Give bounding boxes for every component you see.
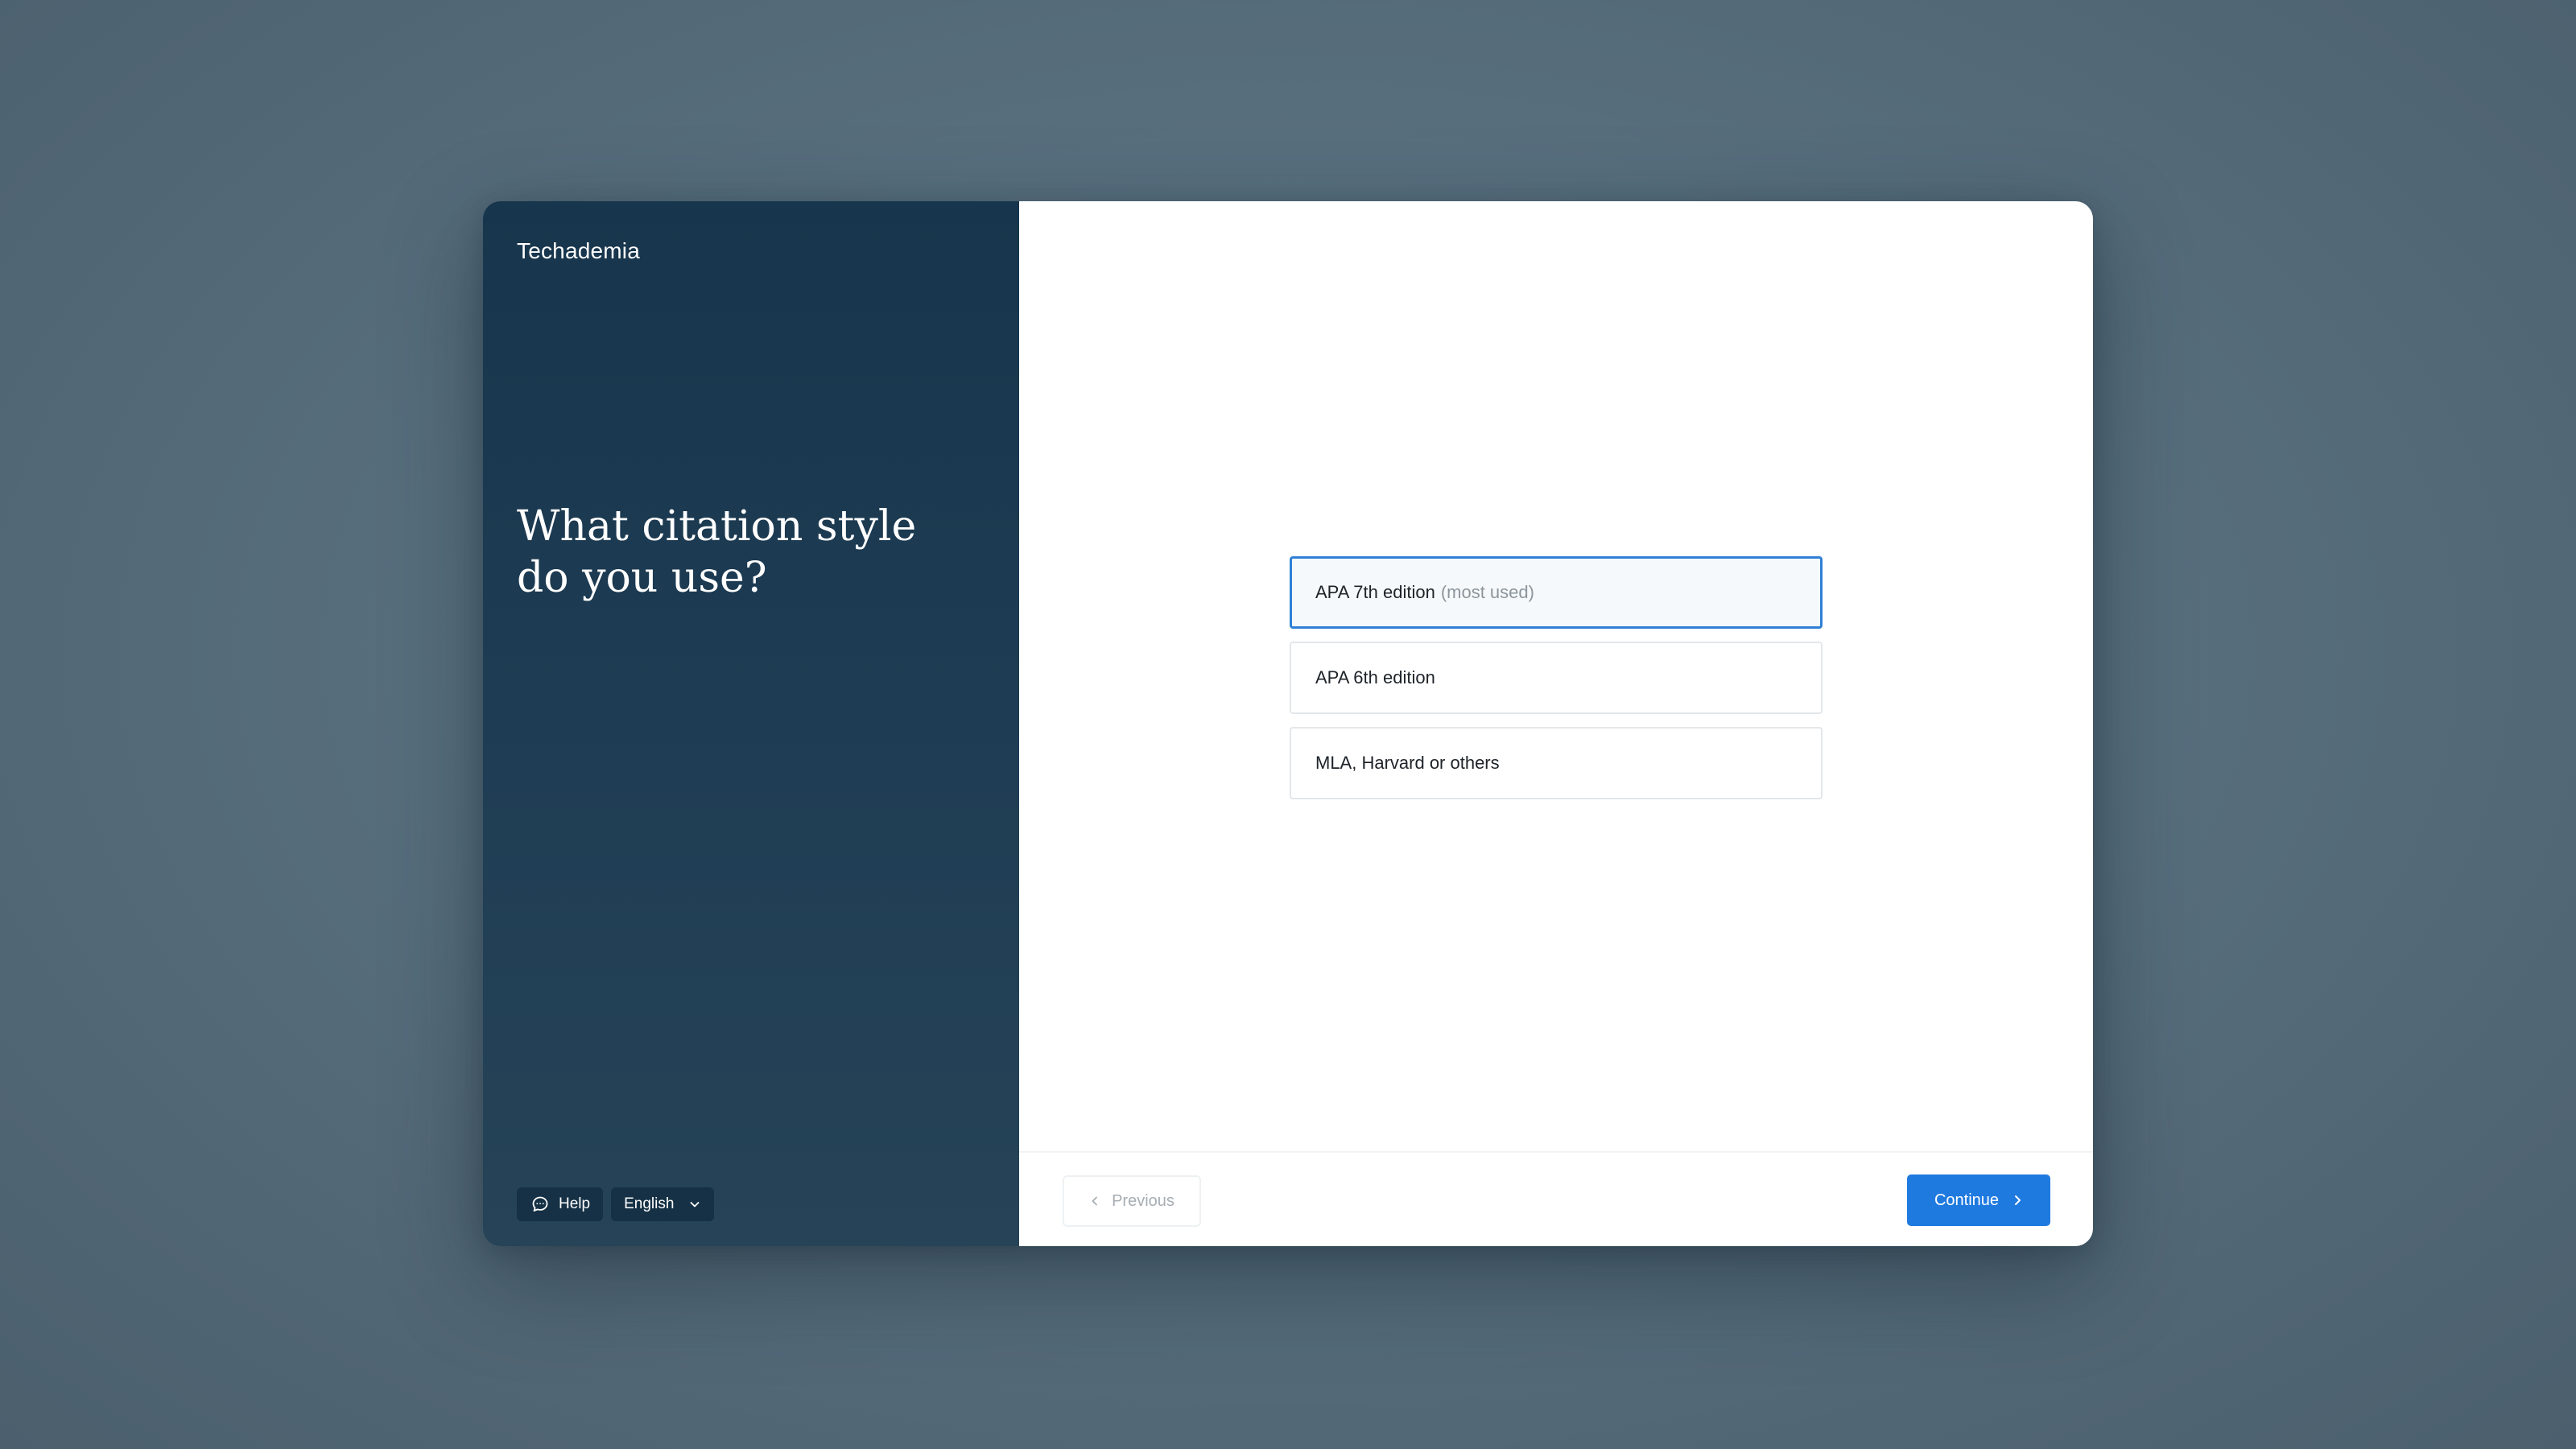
option-label: APA 6th edition <box>1315 667 1435 687</box>
language-label: English <box>624 1195 675 1212</box>
continue-label: Continue <box>1934 1191 2000 1209</box>
footer-bar: Previous Continue <box>1019 1151 2093 1246</box>
help-label: Help <box>559 1195 591 1212</box>
language-select[interactable]: English <box>611 1187 715 1221</box>
option-apa-6th[interactable]: APA 6th edition <box>1290 642 1823 714</box>
chevron-down-icon <box>688 1198 701 1211</box>
continue-button[interactable]: Continue <box>1907 1174 2050 1226</box>
sidebar-panel: Techademia What citation style do you us… <box>483 201 1019 1246</box>
help-button[interactable]: Help <box>517 1187 604 1221</box>
question-heading: What citation style do you use? <box>517 502 917 602</box>
option-label: APA 7th edition <box>1315 582 1435 602</box>
option-label: MLA, Harvard or others <box>1315 753 1500 773</box>
chevron-right-icon <box>2012 1194 2023 1207</box>
onboarding-modal: Techademia What citation style do you us… <box>483 201 2093 1246</box>
sidebar-controls: Help English <box>517 1187 715 1221</box>
citation-style-options: APA 7th edition (most used) APA 6th edit… <box>1290 556 1823 799</box>
option-mla-harvard-others[interactable]: MLA, Harvard or others <box>1290 727 1823 799</box>
content-panel: APA 7th edition (most used) APA 6th edit… <box>1019 201 2093 1246</box>
previous-label: Previous <box>1112 1191 1174 1210</box>
option-apa-7th[interactable]: APA 7th edition (most used) <box>1290 556 1823 629</box>
previous-button[interactable]: Previous <box>1063 1175 1201 1227</box>
chevron-left-icon <box>1089 1195 1100 1207</box>
option-hint: (most used) <box>1440 582 1534 602</box>
chat-bubble-icon <box>531 1195 549 1213</box>
brand-logo: Techademia <box>517 238 640 263</box>
